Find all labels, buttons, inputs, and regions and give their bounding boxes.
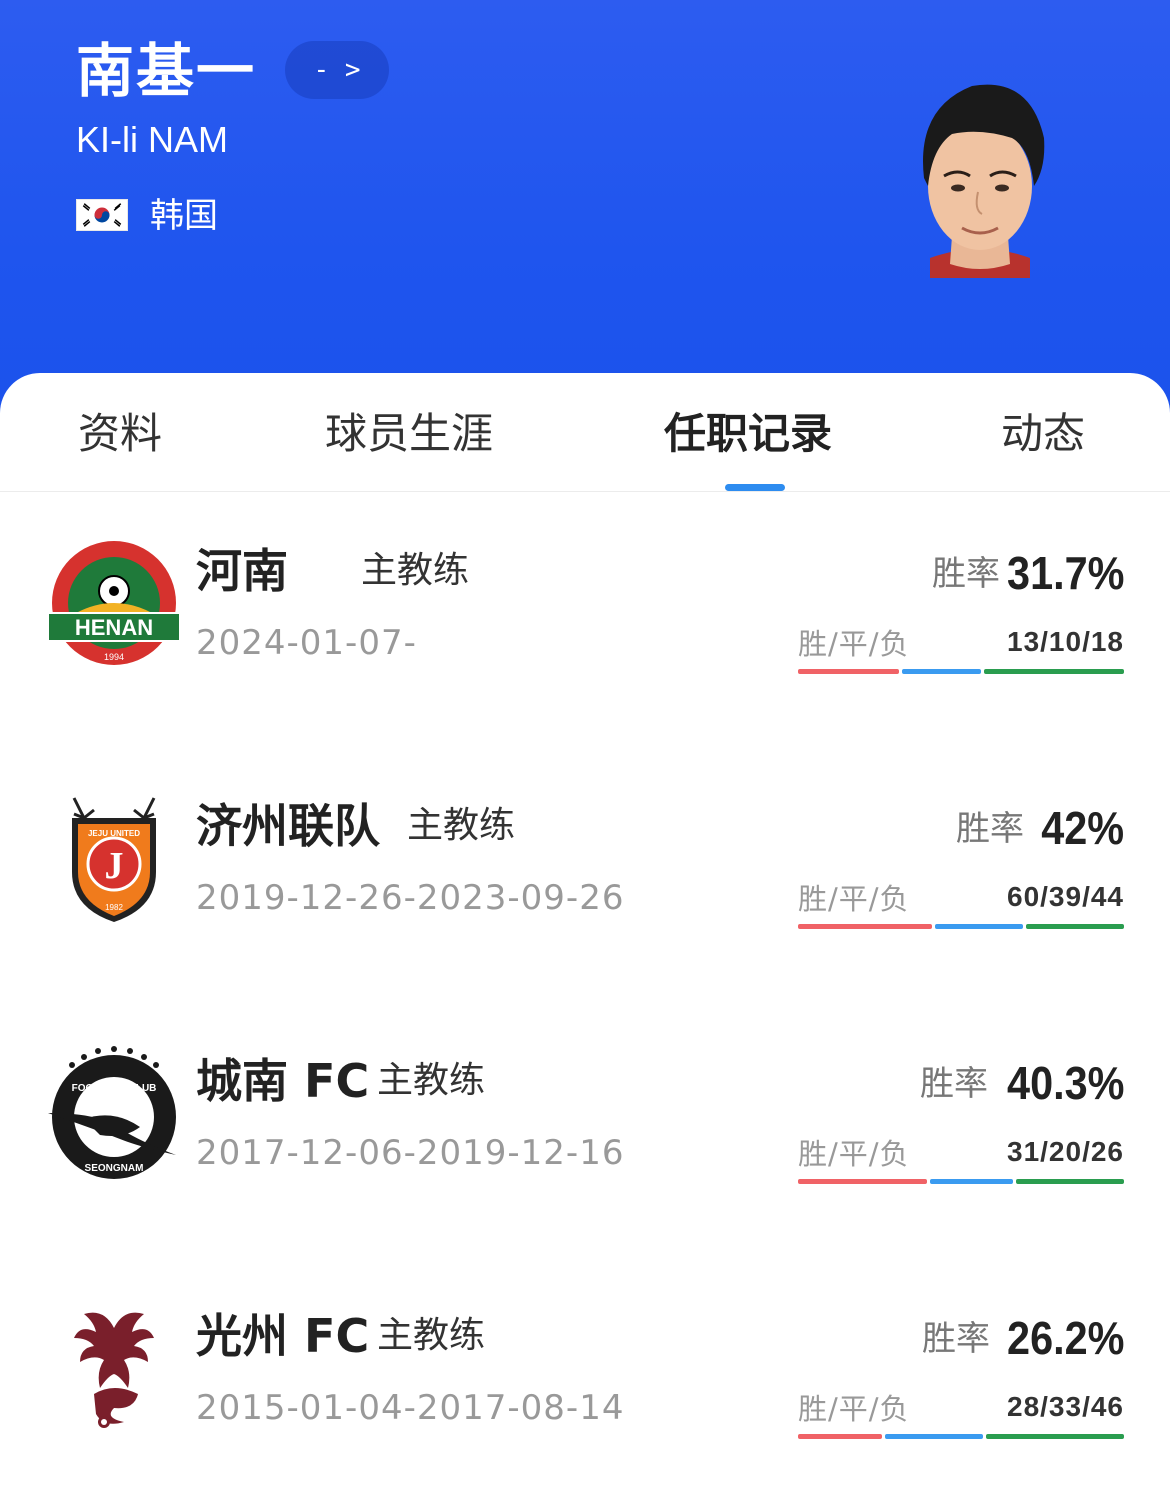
win-bar xyxy=(798,1179,927,1184)
svg-text:JEJU UNITED: JEJU UNITED xyxy=(88,829,140,838)
tab-bar: 资料 球员生涯 任职记录 动态 xyxy=(0,373,1170,492)
win-rate-value: 31.7% xyxy=(1006,547,1124,599)
loss-bar xyxy=(1025,924,1124,929)
seongnam-fc-logo: FOOTBALL CLUB SEONGNAM xyxy=(48,1046,176,1179)
record-row[interactable]: 光州 FC 主教练 2015-01-04-2017-08-14 胜率 26.2%… xyxy=(0,1306,1170,1486)
wdl-value: 13/10/18 xyxy=(1007,626,1124,657)
svg-text:1994: 1994 xyxy=(104,652,124,662)
team-name: 河南 xyxy=(196,544,288,598)
svg-text:SEONGNAM: SEONGNAM xyxy=(85,1163,144,1174)
draw-bar xyxy=(884,1434,984,1439)
win-rate-label: 胜率 xyxy=(922,1319,990,1359)
win-bar xyxy=(798,669,900,674)
win-rate-label: 胜率 xyxy=(956,809,1024,849)
tab-profile[interactable]: 资料 xyxy=(78,403,162,465)
coach-avatar xyxy=(923,84,1045,278)
coach-role: 主教练 xyxy=(377,1315,486,1356)
coach-role: 主教练 xyxy=(377,1060,486,1101)
wdl-bar xyxy=(798,1434,1124,1439)
wdl-label: 胜/平/负 xyxy=(798,627,910,661)
content-panel: 资料 球员生涯 任职记录 动态 HENAN 1994 河南 主教练 2024-0… xyxy=(0,373,1170,1486)
wdl-bar xyxy=(798,924,1124,929)
record-row[interactable]: J JEJU UNITED 1982 济州联队 主教练 2019-12-26-2… xyxy=(0,796,1170,996)
coach-role: 主教练 xyxy=(407,805,516,846)
record-row[interactable]: FOOTBALL CLUB SEONGNAM 城南 FC 主教练 2017-12… xyxy=(0,1046,1170,1251)
win-rate-label: 胜率 xyxy=(932,554,1000,594)
coach-role: 主教练 xyxy=(361,550,470,591)
active-tab-indicator xyxy=(725,484,785,491)
tab-news[interactable]: 动态 xyxy=(1001,403,1085,465)
wdl-bar xyxy=(798,1179,1124,1184)
svg-text:HENAN: HENAN xyxy=(75,615,153,640)
coach-english-name: KI-li NAM xyxy=(76,119,228,160)
tenure-dates: 2024-01-07- xyxy=(196,623,417,663)
wdl-value: 60/39/44 xyxy=(1007,881,1124,912)
coach-header: 南基一 - > KI-li NAM 韩国 xyxy=(0,0,1170,420)
win-rate-label: 胜率 xyxy=(920,1064,988,1104)
jeju-united-logo: J JEJU UNITED 1982 xyxy=(72,797,156,922)
tenure-dates: 2015-01-04-2017-08-14 xyxy=(196,1388,625,1428)
draw-bar xyxy=(929,1179,1013,1184)
svg-text:J: J xyxy=(105,845,124,887)
henan-club-logo: HENAN 1994 xyxy=(47,541,181,665)
win-rate-value: 42% xyxy=(1041,802,1124,854)
wdl-bar xyxy=(798,669,1124,674)
team-name: 光州 FC xyxy=(196,1309,370,1363)
coach-name: 南基一 xyxy=(76,37,257,105)
wdl-label: 胜/平/负 xyxy=(798,882,910,916)
tenure-dates: 2017-12-06-2019-12-16 xyxy=(196,1133,625,1173)
more-button[interactable]: - > xyxy=(285,41,389,99)
wdl-value: 31/20/26 xyxy=(1007,1136,1124,1167)
loss-bar xyxy=(986,1434,1124,1439)
tab-coaching-record[interactable]: 任职记录 xyxy=(664,403,832,465)
south-korea-flag-icon xyxy=(76,199,128,231)
team-name: 济州联队 xyxy=(196,799,380,853)
country-name: 韩国 xyxy=(150,196,218,236)
draw-bar xyxy=(902,669,981,674)
team-name: 城南 FC xyxy=(196,1054,370,1108)
svg-text:FOOTBALL CLUB: FOOTBALL CLUB xyxy=(72,1083,157,1094)
loss-bar xyxy=(983,669,1124,674)
gwangju-fc-logo xyxy=(74,1312,154,1428)
draw-bar xyxy=(935,924,1023,929)
wdl-label: 胜/平/负 xyxy=(798,1392,910,1426)
tenure-dates: 2019-12-26-2023-09-26 xyxy=(196,878,625,918)
win-rate-value: 26.2% xyxy=(1006,1312,1124,1364)
loss-bar xyxy=(1015,1179,1124,1184)
svg-text:1982: 1982 xyxy=(105,903,123,912)
win-bar xyxy=(798,924,933,929)
wdl-value: 28/33/46 xyxy=(1007,1391,1124,1422)
tab-player-career[interactable]: 球员生涯 xyxy=(325,403,493,465)
record-row[interactable]: HENAN 1994 河南 主教练 2024-01-07- 胜率 31.7% 胜… xyxy=(0,541,1170,741)
win-rate-value: 40.3% xyxy=(1006,1057,1124,1109)
wdl-label: 胜/平/负 xyxy=(798,1137,910,1171)
win-bar xyxy=(798,1434,882,1439)
